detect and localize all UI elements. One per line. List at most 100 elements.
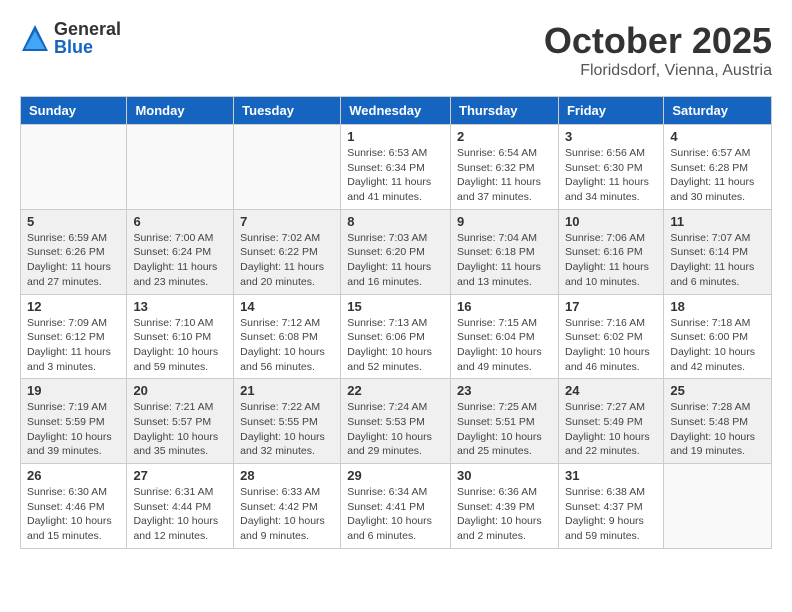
day-info: Sunrise: 7:25 AM Sunset: 5:51 PM Dayligh…: [457, 400, 552, 459]
calendar-cell: 6Sunrise: 7:00 AM Sunset: 6:24 PM Daylig…: [127, 209, 234, 294]
day-info: Sunrise: 6:54 AM Sunset: 6:32 PM Dayligh…: [457, 146, 552, 205]
calendar-table: SundayMondayTuesdayWednesdayThursdayFrid…: [20, 96, 772, 549]
logo-blue: Blue: [54, 38, 121, 56]
calendar-cell: 14 Sunrise: 7:12 AM Sunset: 6:08 PM Dayli…: [234, 294, 341, 379]
day-info: Sunrise: 7:24 AM Sunset: 5:53 PM Dayligh…: [347, 400, 444, 459]
calendar-cell: 9Sunrise: 7:04 AM Sunset: 6:18 PM Daylig…: [451, 209, 559, 294]
day-number: 12: [27, 299, 120, 314]
calendar-cell: 25 Sunrise: 7:28 AM Sunset: 5:48 PM Dayli…: [664, 379, 772, 464]
day-info: Sunrise: 7:22 AM Sunset: 5:55 PM Dayligh…: [240, 400, 334, 459]
day-info: Sunrise: 7:10 AM Sunset: 6:10 PM Dayligh…: [133, 316, 227, 375]
day-number: 20: [133, 383, 227, 398]
day-number: 22: [347, 383, 444, 398]
column-header-friday: Friday: [558, 97, 663, 125]
day-info: Sunrise: 7:06 AM Sunset: 6:16 PM Dayligh…: [565, 231, 657, 290]
calendar-cell: 3 Sunrise: 6:56 AM Sunset: 6:30 PM Daylig…: [558, 125, 663, 210]
day-number: 24: [565, 383, 657, 398]
calendar-cell: 31 Sunrise: 6:38 AM Sunset: 4:37 PM Dayli…: [558, 464, 663, 549]
day-info: Sunrise: 7:16 AM Sunset: 6:02 PM Dayligh…: [565, 316, 657, 375]
title-block: October 2025 Floridsdorf, Vienna, Austri…: [544, 20, 772, 80]
day-number: 18: [670, 299, 765, 314]
day-number: 29: [347, 468, 444, 483]
column-header-saturday: Saturday: [664, 97, 772, 125]
month-title: October 2025: [544, 20, 772, 62]
day-info: Sunrise: 6:34 AM Sunset: 4:41 PM Dayligh…: [347, 485, 444, 544]
calendar-cell: 10 Sunrise: 7:06 AM Sunset: 6:16 PM Dayli…: [558, 209, 663, 294]
day-number: 5: [27, 214, 120, 229]
day-number: 10: [565, 214, 657, 229]
day-number: 3: [565, 129, 657, 144]
calendar-cell: [21, 125, 127, 210]
day-info: Sunrise: 6:53 AM Sunset: 6:34 PM Dayligh…: [347, 146, 444, 205]
day-number: 4: [670, 129, 765, 144]
day-number: 6: [133, 214, 227, 229]
day-number: 16: [457, 299, 552, 314]
day-number: 2: [457, 129, 552, 144]
calendar-cell: 24 Sunrise: 7:27 AM Sunset: 5:49 PM Dayli…: [558, 379, 663, 464]
logo: General Blue: [20, 20, 121, 56]
calendar-cell: 26Sunrise: 6:30 AM Sunset: 4:46 PM Dayli…: [21, 464, 127, 549]
day-info: Sunrise: 7:13 AM Sunset: 6:06 PM Dayligh…: [347, 316, 444, 375]
calendar-week-5: 26Sunrise: 6:30 AM Sunset: 4:46 PM Dayli…: [21, 464, 772, 549]
calendar-cell: 22 Sunrise: 7:24 AM Sunset: 5:53 PM Dayli…: [341, 379, 451, 464]
calendar-cell: 2 Sunrise: 6:54 AM Sunset: 6:32 PM Daylig…: [451, 125, 559, 210]
day-info: Sunrise: 6:57 AM Sunset: 6:28 PM Dayligh…: [670, 146, 765, 205]
calendar-cell: 18 Sunrise: 7:18 AM Sunset: 6:00 PM Dayli…: [664, 294, 772, 379]
calendar-cell: 30Sunrise: 6:36 AM Sunset: 4:39 PM Dayli…: [451, 464, 559, 549]
day-info: Sunrise: 7:19 AM Sunset: 5:59 PM Dayligh…: [27, 400, 120, 459]
day-number: 30: [457, 468, 552, 483]
day-info: Sunrise: 7:03 AM Sunset: 6:20 PM Dayligh…: [347, 231, 444, 290]
day-info: Sunrise: 7:04 AM Sunset: 6:18 PM Dayligh…: [457, 231, 552, 290]
day-info: Sunrise: 6:33 AM Sunset: 4:42 PM Dayligh…: [240, 485, 334, 544]
calendar-cell: 28 Sunrise: 6:33 AM Sunset: 4:42 PM Dayli…: [234, 464, 341, 549]
day-number: 17: [565, 299, 657, 314]
column-header-wednesday: Wednesday: [341, 97, 451, 125]
calendar-cell: 27Sunrise: 6:31 AM Sunset: 4:44 PM Dayli…: [127, 464, 234, 549]
day-info: Sunrise: 6:59 AM Sunset: 6:26 PM Dayligh…: [27, 231, 120, 290]
day-info: Sunrise: 7:02 AM Sunset: 6:22 PM Dayligh…: [240, 231, 334, 290]
page-header: General Blue October 2025 Floridsdorf, V…: [20, 20, 772, 80]
day-number: 19: [27, 383, 120, 398]
day-number: 13: [133, 299, 227, 314]
day-number: 28: [240, 468, 334, 483]
day-info: Sunrise: 7:28 AM Sunset: 5:48 PM Dayligh…: [670, 400, 765, 459]
day-info: Sunrise: 7:27 AM Sunset: 5:49 PM Dayligh…: [565, 400, 657, 459]
logo-text: General Blue: [54, 20, 121, 56]
column-header-monday: Monday: [127, 97, 234, 125]
calendar-cell: 1Sunrise: 6:53 AM Sunset: 6:34 PM Daylig…: [341, 125, 451, 210]
calendar-cell: 21Sunrise: 7:22 AM Sunset: 5:55 PM Dayli…: [234, 379, 341, 464]
calendar-cell: [664, 464, 772, 549]
day-info: Sunrise: 7:09 AM Sunset: 6:12 PM Dayligh…: [27, 316, 120, 375]
day-info: Sunrise: 6:38 AM Sunset: 4:37 PM Dayligh…: [565, 485, 657, 544]
day-number: 8: [347, 214, 444, 229]
calendar-cell: 15 Sunrise: 7:13 AM Sunset: 6:06 PM Dayli…: [341, 294, 451, 379]
day-number: 26: [27, 468, 120, 483]
day-number: 23: [457, 383, 552, 398]
day-info: Sunrise: 6:56 AM Sunset: 6:30 PM Dayligh…: [565, 146, 657, 205]
calendar-week-1: 1Sunrise: 6:53 AM Sunset: 6:34 PM Daylig…: [21, 125, 772, 210]
day-info: Sunrise: 6:31 AM Sunset: 4:44 PM Dayligh…: [133, 485, 227, 544]
day-number: 7: [240, 214, 334, 229]
calendar-cell: 17 Sunrise: 7:16 AM Sunset: 6:02 PM Dayli…: [558, 294, 663, 379]
location-subtitle: Floridsdorf, Vienna, Austria: [544, 62, 772, 80]
calendar-cell: 5 Sunrise: 6:59 AM Sunset: 6:26 PM Daylig…: [21, 209, 127, 294]
day-number: 15: [347, 299, 444, 314]
calendar-cell: 20Sunrise: 7:21 AM Sunset: 5:57 PM Dayli…: [127, 379, 234, 464]
day-info: Sunrise: 7:18 AM Sunset: 6:00 PM Dayligh…: [670, 316, 765, 375]
calendar-cell: 4 Sunrise: 6:57 AM Sunset: 6:28 PM Daylig…: [664, 125, 772, 210]
day-info: Sunrise: 7:07 AM Sunset: 6:14 PM Dayligh…: [670, 231, 765, 290]
day-info: Sunrise: 7:12 AM Sunset: 6:08 PM Dayligh…: [240, 316, 334, 375]
day-info: Sunrise: 7:15 AM Sunset: 6:04 PM Dayligh…: [457, 316, 552, 375]
calendar-cell: 8 Sunrise: 7:03 AM Sunset: 6:20 PM Daylig…: [341, 209, 451, 294]
calendar-cell: 19 Sunrise: 7:19 AM Sunset: 5:59 PM Dayli…: [21, 379, 127, 464]
day-number: 14: [240, 299, 334, 314]
calendar-cell: 23 Sunrise: 7:25 AM Sunset: 5:51 PM Dayli…: [451, 379, 559, 464]
day-number: 31: [565, 468, 657, 483]
calendar-cell: 11Sunrise: 7:07 AM Sunset: 6:14 PM Dayli…: [664, 209, 772, 294]
calendar-week-2: 5 Sunrise: 6:59 AM Sunset: 6:26 PM Daylig…: [21, 209, 772, 294]
calendar-week-3: 12 Sunrise: 7:09 AM Sunset: 6:12 PM Dayli…: [21, 294, 772, 379]
logo-general: General: [54, 20, 121, 38]
column-header-tuesday: Tuesday: [234, 97, 341, 125]
calendar-header-row: SundayMondayTuesdayWednesdayThursdayFrid…: [21, 97, 772, 125]
day-number: 25: [670, 383, 765, 398]
